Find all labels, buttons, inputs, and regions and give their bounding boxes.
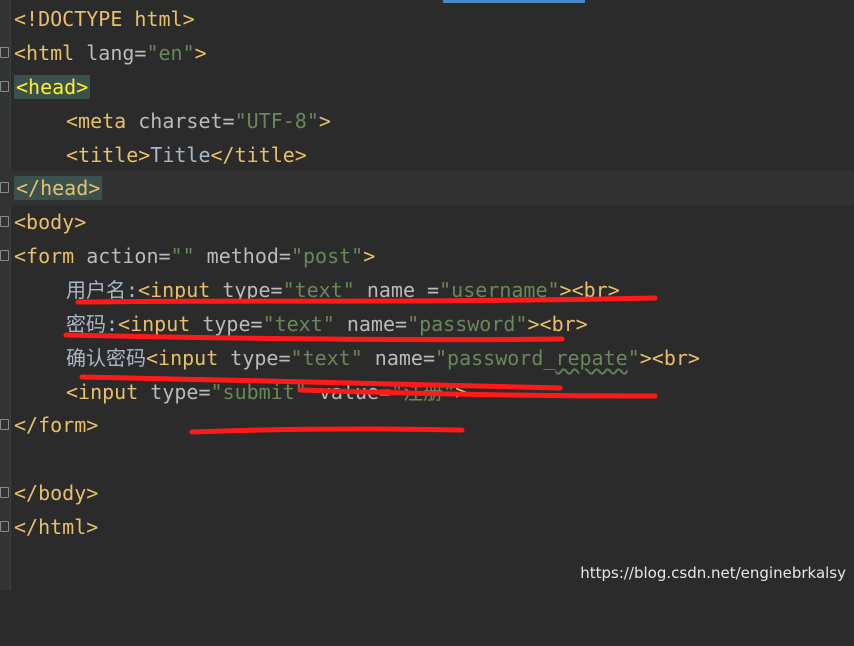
code-editor[interactable]: <!DOCTYPE html> <html lang="en"> <head> … [0, 0, 854, 590]
watermark-url: https://blog.csdn.net/enginebrkalsy [580, 564, 846, 582]
red-underline-stroke [63, 332, 565, 343]
red-underline-stroke [79, 374, 563, 391]
red-underline-stroke [75, 295, 658, 305]
red-underline-stroke [297, 387, 658, 399]
red-underline-stroke [189, 426, 465, 435]
red-underline-annotations [63, 295, 658, 435]
